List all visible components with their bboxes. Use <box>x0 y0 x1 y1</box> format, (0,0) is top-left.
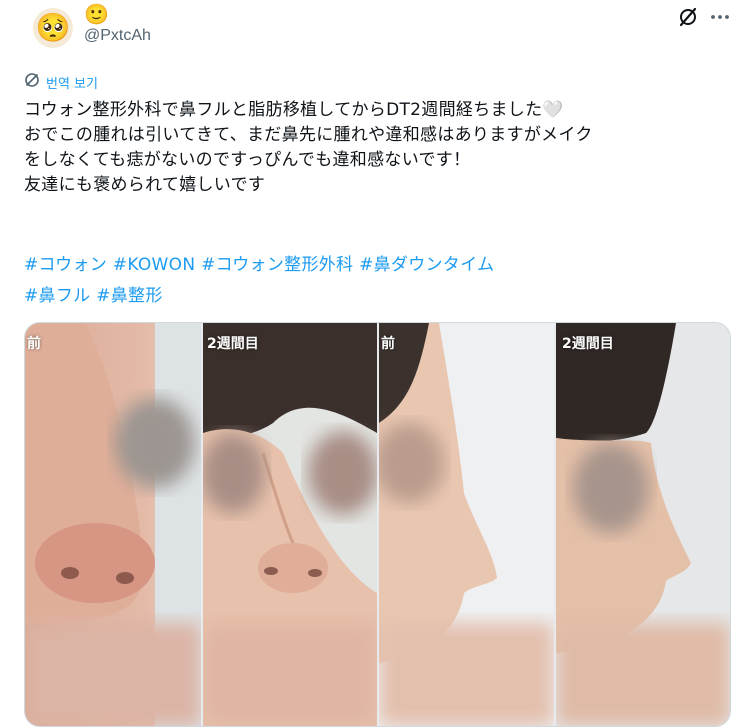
media-photo-1[interactable]: 前 <box>25 323 201 726</box>
hashtag-link[interactable]: #鼻ダウンタイム <box>359 255 494 275</box>
translate-icon <box>24 72 40 92</box>
photo-label: 2週間目 <box>207 336 259 352</box>
photo-label: 前 <box>27 336 41 352</box>
hashtag-link[interactable]: #コウォン整形外科 <box>201 255 353 275</box>
user-handle[interactable]: @PxtcAh <box>84 27 151 45</box>
photo-label: 前 <box>381 336 395 352</box>
hashtag-row: #コウォン #KOWON #コウォン整形外科 #鼻ダウンタイム <box>24 250 494 281</box>
media-photo-4[interactable]: 2週間目 <box>556 323 730 726</box>
media-grid[interactable]: 前 2週間目 前 2週間目 <box>24 322 731 727</box>
hashtag-link[interactable]: #コウォン <box>24 255 107 275</box>
avatar-emoji: 🥺 <box>35 11 71 44</box>
media-photo-3[interactable]: 前 <box>379 323 554 726</box>
face-photo-3 <box>379 323 554 726</box>
face-photo-2 <box>203 323 377 726</box>
avatar[interactable]: 🥺 <box>33 8 73 48</box>
post-text-line: おでこの腫れは引いてきて、まだ鼻先に腫れや違和感はありますがメイク <box>24 125 593 145</box>
display-name[interactable]: 🙂 <box>84 3 109 25</box>
post-text-line: コウォン整形外科で鼻フルと脂肪移植してからDT2週間経ちました🤍 <box>24 100 564 120</box>
face-photo-1 <box>25 323 201 726</box>
more-icon[interactable] <box>707 4 733 30</box>
hashtag-link[interactable]: #鼻フル <box>24 286 90 306</box>
photo-label: 2週間目 <box>562 336 614 352</box>
hashtag-row: #鼻フル #鼻整形 <box>24 281 494 312</box>
post-text-line: をしなくても痣がないのですっぴんでも違和感ないです！ <box>24 150 471 170</box>
hashtag-link[interactable]: #鼻整形 <box>96 286 162 306</box>
media-photo-2[interactable]: 2週間目 <box>203 323 377 726</box>
post-header: 🥺 🙂 @PxtcAh <box>24 0 729 60</box>
hashtags: #コウォン #KOWON #コウォン整形外科 #鼻ダウンタイム #鼻フル #鼻整… <box>24 250 494 312</box>
post-text: コウォン整形外科で鼻フルと脂肪移植してからDT2週間経ちました🤍 おでこの腫れは… <box>24 98 724 198</box>
translate-label: 번역 보기 <box>46 76 98 92</box>
translate-link[interactable]: 번역 보기 <box>24 72 98 92</box>
grok-icon[interactable] <box>675 4 701 30</box>
face-photo-4 <box>556 323 730 726</box>
hashtag-link[interactable]: #KOWON <box>113 255 196 275</box>
post-text-line: 友達にも褒められて嬉しいです <box>24 175 266 195</box>
